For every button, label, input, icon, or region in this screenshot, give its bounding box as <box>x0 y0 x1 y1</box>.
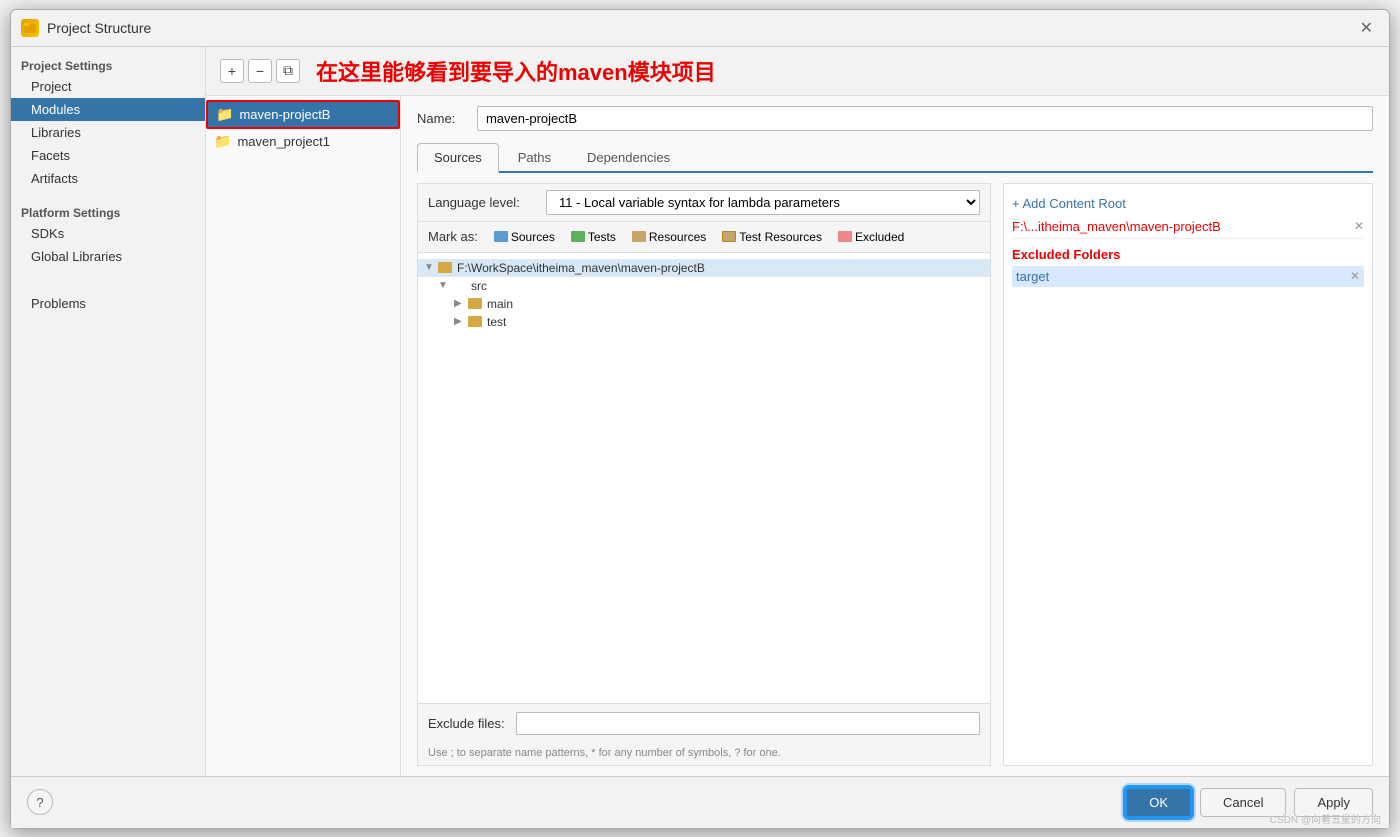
name-row: Name: <box>417 106 1373 131</box>
tabs-bar: Sources Paths Dependencies <box>417 143 1373 173</box>
content-root-path: F:\...itheima_maven\maven-projectB ✕ <box>1012 215 1364 239</box>
dialog-footer: ? OK Cancel Apply <box>11 776 1389 828</box>
folder-icon: 📁 <box>216 106 233 123</box>
name-label: Name: <box>417 111 467 126</box>
main-row: 📁 maven-projectB 📁 maven_project1 Name: <box>206 96 1389 776</box>
language-level-label: Language level: <box>428 195 538 210</box>
file-tree: ▼ F:\WorkSpace\itheima_maven\maven-proje… <box>418 253 990 703</box>
tab-sources[interactable]: Sources <box>417 143 499 173</box>
right-pane: + Add Content Root F:\...itheima_maven\m… <box>1003 183 1373 766</box>
excluded-folder-icon <box>838 231 852 242</box>
tree-main-label: main <box>487 297 513 311</box>
tree-root-folder-icon <box>438 262 452 273</box>
sidebar-item-libraries[interactable]: Libraries <box>11 121 205 144</box>
close-button[interactable]: ✕ <box>1354 16 1379 40</box>
module-toolbar: + − ⧉ 在这里能够看到要导入的maven模块项目 <box>206 47 1389 96</box>
watermark: CSDN @向着五星的方向 <box>1270 811 1381 826</box>
tree-src-row[interactable]: ▼ src <box>418 277 990 295</box>
add-module-button[interactable]: + <box>220 59 244 83</box>
tree-arrow-src[interactable]: ▼ <box>438 280 452 291</box>
dialog-body: Project Settings Project Modules Librari… <box>11 47 1389 776</box>
resources-folder-icon <box>632 231 646 242</box>
tree-main-row[interactable]: ▶ main <box>418 295 990 313</box>
module-list: 📁 maven-projectB 📁 maven_project1 <box>206 96 401 776</box>
excluded-folder-target: target ✕ <box>1012 266 1364 287</box>
exclude-files-input[interactable] <box>516 712 980 735</box>
tree-arrow-main[interactable]: ▶ <box>454 298 468 309</box>
tree-src-label: src <box>471 279 487 293</box>
mark-resources-button[interactable]: Resources <box>628 228 710 246</box>
dialog-title: Project Structure <box>47 20 1354 36</box>
remove-excluded-folder-button[interactable]: ✕ <box>1350 269 1360 283</box>
language-level-row: Language level: 11 - Local variable synt… <box>418 184 990 222</box>
tree-arrow-root[interactable]: ▼ <box>424 262 438 273</box>
title-bar: Project Structure ✕ <box>11 10 1389 47</box>
content-area: + − ⧉ 在这里能够看到要导入的maven模块项目 📁 maven-proje… <box>206 47 1389 776</box>
sidebar-item-facets[interactable]: Facets <box>11 144 205 167</box>
remove-module-button[interactable]: − <box>248 59 272 83</box>
sidebar: Project Settings Project Modules Librari… <box>11 47 206 776</box>
sources-tab-content: Language level: 11 - Local variable synt… <box>417 183 1373 766</box>
folder-icon-2: 📁 <box>214 133 231 150</box>
excluded-folders-label: Excluded Folders <box>1012 247 1364 262</box>
sidebar-item-problems[interactable]: Problems <box>11 292 205 315</box>
sidebar-item-sdks[interactable]: SDKs <box>11 222 205 245</box>
tree-test-row[interactable]: ▶ test <box>418 313 990 331</box>
tree-root-path: F:\WorkSpace\itheima_maven\maven-project… <box>457 261 705 275</box>
tab-paths[interactable]: Paths <box>501 143 568 171</box>
tab-dependencies[interactable]: Dependencies <box>570 143 687 171</box>
sidebar-item-artifacts[interactable]: Artifacts <box>11 167 205 190</box>
annotation-text: 在这里能够看到要导入的maven模块项目 <box>316 55 716 87</box>
sidebar-item-modules[interactable]: Modules <box>11 98 205 121</box>
exclude-files-row: Exclude files: <box>418 703 990 743</box>
mark-sources-button[interactable]: Sources <box>490 228 559 246</box>
tree-test-folder-icon <box>468 316 482 327</box>
remove-content-root-button[interactable]: ✕ <box>1354 219 1364 233</box>
add-content-root-button[interactable]: + Add Content Root <box>1012 192 1364 215</box>
sources-folder-icon <box>494 231 508 242</box>
mark-test-resources-button[interactable]: Test Resources <box>718 228 826 246</box>
module-item-maven-projectB[interactable]: 📁 maven-projectB <box>206 100 400 129</box>
mark-excluded-button[interactable]: Excluded <box>834 228 908 246</box>
tests-folder-icon <box>571 231 585 242</box>
ok-button[interactable]: OK <box>1125 787 1192 818</box>
project-structure-dialog: Project Structure ✕ Project Settings Pro… <box>10 9 1390 829</box>
app-icon <box>21 19 39 37</box>
mark-as-label: Mark as: <box>428 229 478 244</box>
tree-test-label: test <box>487 315 506 329</box>
sidebar-item-project[interactable]: Project <box>11 75 205 98</box>
project-settings-section: Project Settings <box>11 55 205 75</box>
left-pane: Language level: 11 - Local variable synt… <box>417 183 991 766</box>
exclude-hint: Use ; to separate name patterns, * for a… <box>418 743 990 765</box>
mark-tests-button[interactable]: Tests <box>567 228 620 246</box>
language-level-select[interactable]: 11 - Local variable syntax for lambda pa… <box>546 190 980 215</box>
platform-settings-section: Platform Settings <box>11 202 205 222</box>
detail-panel: Name: Sources Paths Dependencies <box>401 96 1389 776</box>
help-button[interactable]: ? <box>27 789 53 815</box>
tree-src-folder-icon <box>452 280 466 291</box>
sidebar-item-global-libraries[interactable]: Global Libraries <box>11 245 205 268</box>
tree-main-folder-icon <box>468 298 482 309</box>
tree-root-row[interactable]: ▼ F:\WorkSpace\itheima_maven\maven-proje… <box>418 259 990 277</box>
test-resources-folder-icon <box>722 231 736 242</box>
mark-as-row: Mark as: Sources Tests <box>418 222 990 253</box>
exclude-files-label: Exclude files: <box>428 716 508 731</box>
module-item-maven-project1[interactable]: 📁 maven_project1 <box>206 129 400 154</box>
name-input[interactable] <box>477 106 1373 131</box>
tree-arrow-test[interactable]: ▶ <box>454 316 468 327</box>
copy-module-button[interactable]: ⧉ <box>276 59 300 83</box>
